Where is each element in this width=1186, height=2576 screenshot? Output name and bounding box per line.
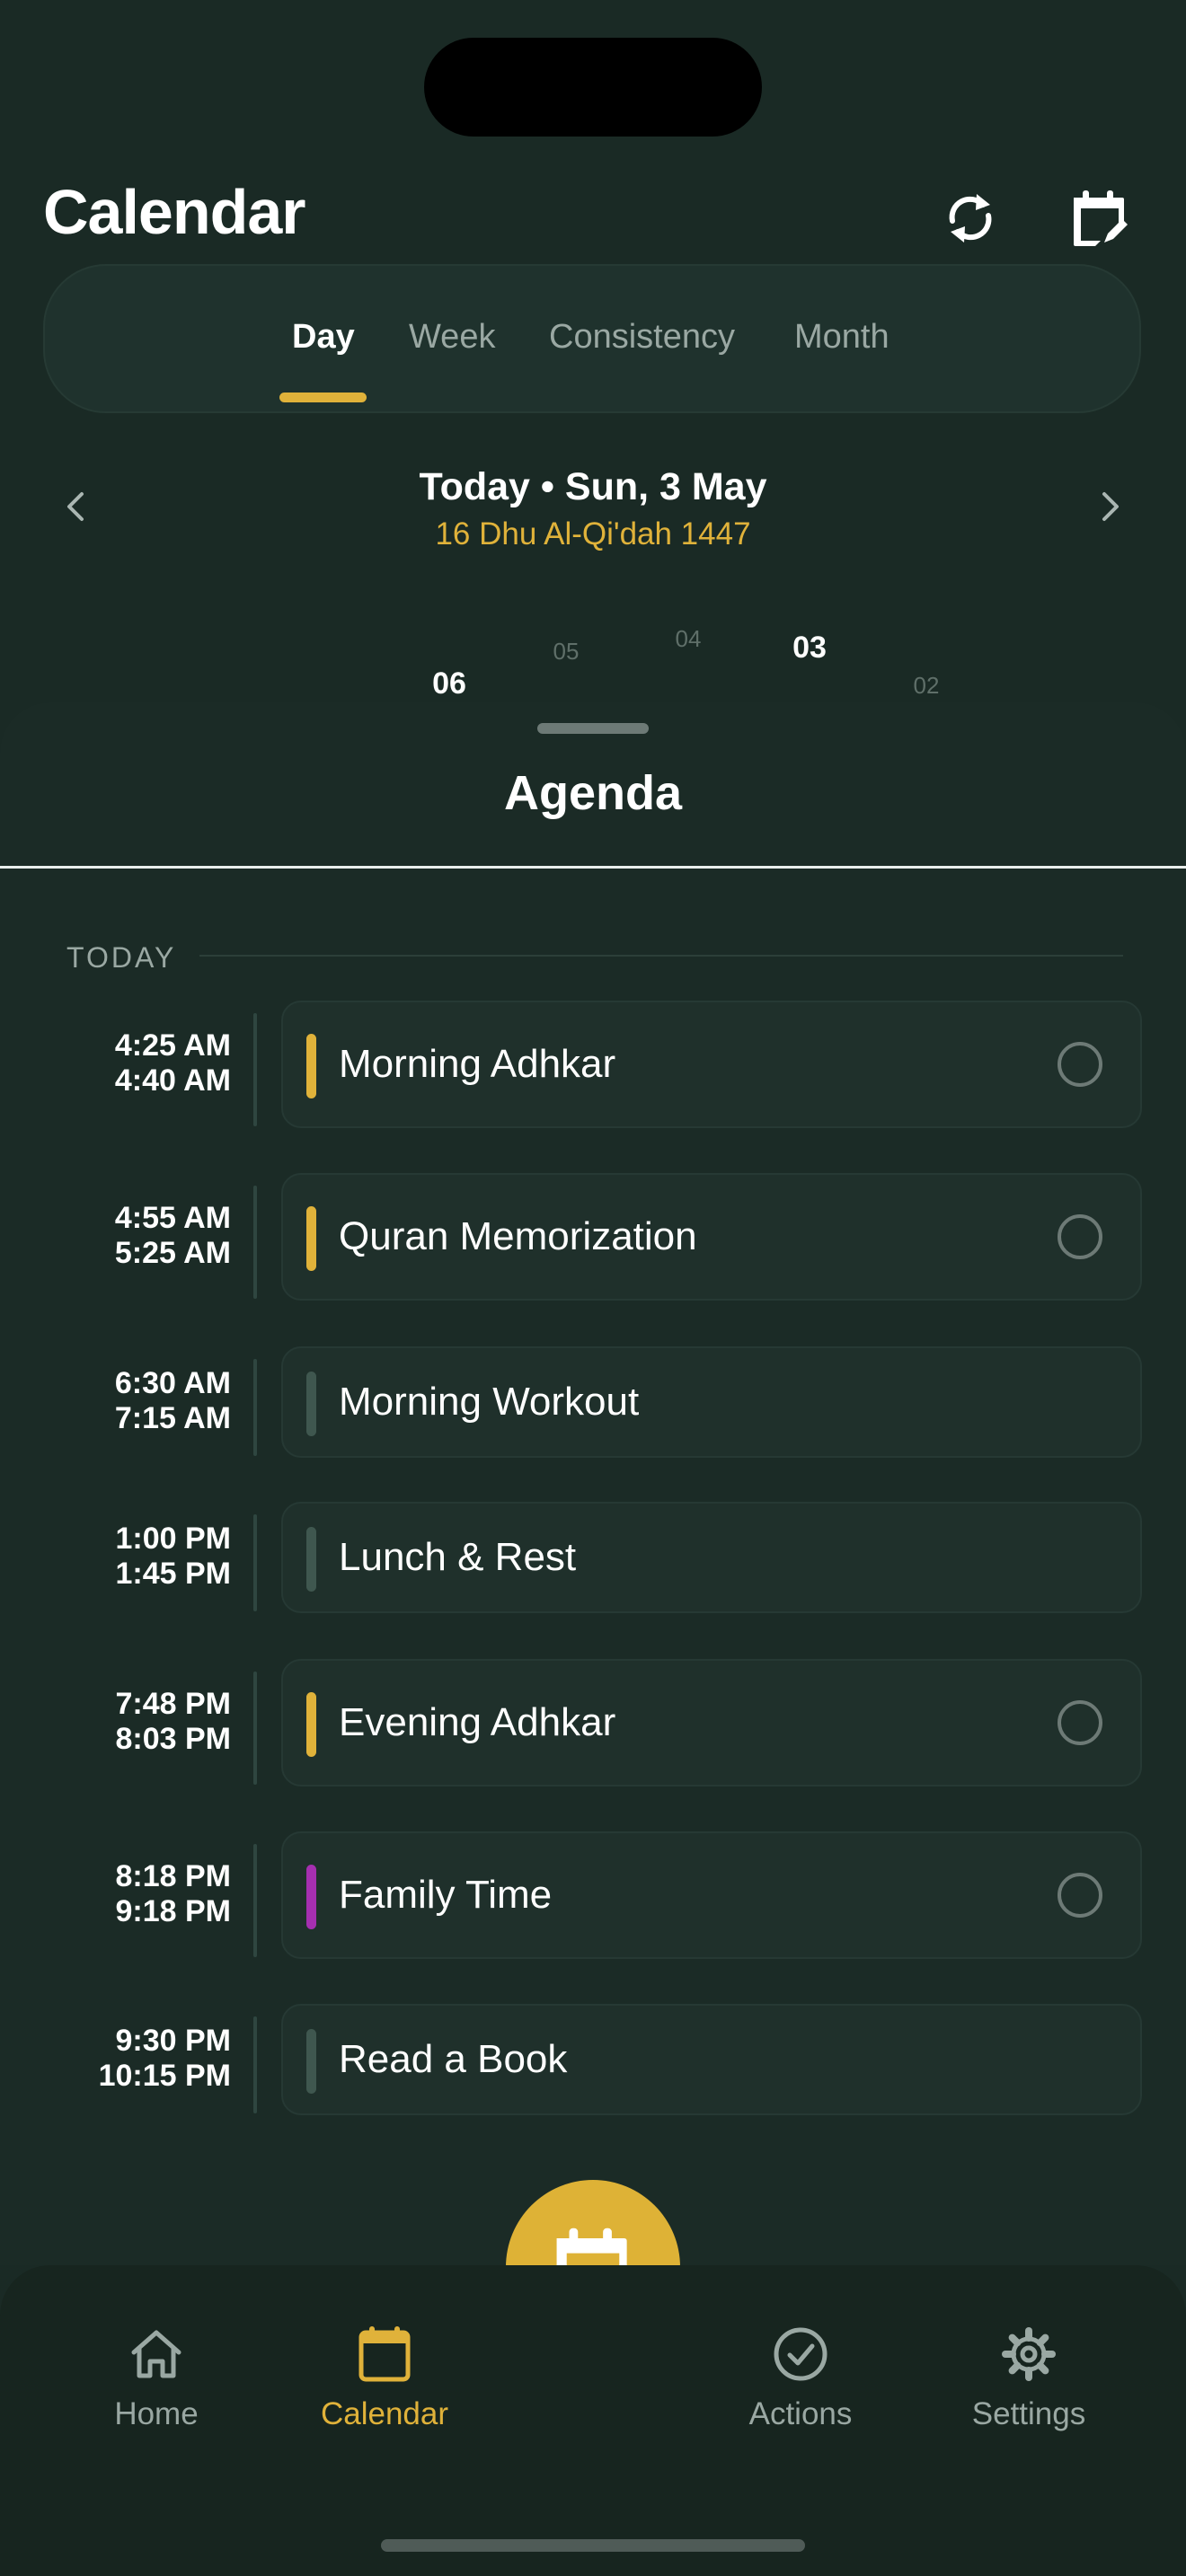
sync-icon[interactable] [936, 184, 1005, 252]
divider [199, 955, 1123, 957]
event-start-time: 7:48 PM [115, 1687, 232, 1721]
event-start-time: 9:30 PM [115, 2024, 232, 2058]
event-color-bar [306, 1865, 316, 1929]
nav-item-settings[interactable]: Settings [939, 2325, 1119, 2434]
event-card[interactable]: Morning Adhkar [281, 1001, 1142, 1128]
event-color-bar [306, 1372, 316, 1436]
section-label: TODAY [66, 941, 177, 974]
home-indicator [381, 2539, 805, 2552]
tab-consistency[interactable]: Consistency [549, 314, 735, 359]
agenda-row: 8:18 PM 9:18 PM Family Time [0, 1831, 1186, 1959]
timeline-line [253, 1514, 257, 1611]
event-color-bar [306, 2029, 316, 2094]
event-end-time: 9:18 PM [115, 1894, 232, 1928]
event-card[interactable]: Quran Memorization [281, 1173, 1142, 1301]
home-icon [66, 2325, 246, 2384]
day-picker-item[interactable]: 04 [652, 625, 724, 652]
event-start-time: 4:25 AM [114, 1028, 231, 1063]
event-card[interactable]: Lunch & Rest [281, 1502, 1142, 1613]
complete-checkbox[interactable] [1058, 1214, 1102, 1259]
page-title: Calendar [43, 177, 306, 247]
agenda-row: 9:30 PM 10:15 PM Read a Book [0, 2004, 1186, 2115]
agenda-row: 4:55 AM 5:25 AM Quran Memorization [0, 1173, 1186, 1301]
timeline-line [253, 1013, 257, 1126]
event-title: Morning Adhkar [339, 1042, 616, 1086]
day-picker-item[interactable]: 02 [890, 672, 962, 699]
agenda-row: 6:30 AM 7:15 AM Morning Workout [0, 1346, 1186, 1458]
day-picker-item[interactable]: 05 [530, 638, 602, 665]
timeline-line [253, 1672, 257, 1785]
calendar-icon [295, 2325, 474, 2384]
dynamic-island [424, 38, 762, 137]
event-color-bar [306, 1692, 316, 1757]
event-start-time: 1:00 PM [115, 1522, 232, 1556]
event-card[interactable]: Evening Adhkar [281, 1659, 1142, 1786]
event-title: Evening Adhkar [339, 1700, 616, 1744]
agenda-title: Agenda [503, 766, 683, 820]
timeline-line [253, 1186, 257, 1299]
nav-item-actions[interactable]: Actions [711, 2325, 890, 2434]
timeline-line [253, 2016, 257, 2113]
event-end-time: 8:03 PM [115, 1722, 232, 1756]
event-title: Read a Book [339, 2037, 568, 2081]
event-color-bar [306, 1527, 316, 1592]
event-end-time: 7:15 AM [114, 1401, 231, 1435]
calendar-edit-icon[interactable] [1066, 184, 1134, 252]
event-color-bar [306, 1034, 316, 1098]
complete-checkbox[interactable] [1058, 1873, 1102, 1918]
check-circle-icon [711, 2325, 890, 2384]
day-picker-item[interactable]: 03 [774, 632, 845, 663]
hijri-date: 16 Dhu Al-Qi'dah 1447 [435, 516, 751, 551]
event-card[interactable]: Morning Workout [281, 1346, 1142, 1458]
nav-item-home[interactable]: Home [66, 2325, 246, 2434]
event-start-time: 8:18 PM [115, 1859, 232, 1893]
active-tab-indicator [279, 393, 367, 402]
event-title: Quran Memorization [339, 1214, 697, 1258]
event-end-time: 5:25 AM [114, 1236, 231, 1270]
event-title: Morning Workout [339, 1380, 640, 1424]
event-start-time: 6:30 AM [114, 1366, 231, 1400]
agenda-row: 7:48 PM 8:03 PM Evening Adhkar [0, 1659, 1186, 1786]
event-card[interactable]: Family Time [281, 1831, 1142, 1959]
day-picker-item[interactable]: 06 [413, 668, 485, 699]
event-start-time: 4:55 AM [114, 1201, 231, 1235]
nav-label: Settings [971, 2396, 1086, 2431]
event-color-bar [306, 1206, 316, 1271]
complete-checkbox[interactable] [1058, 1042, 1102, 1087]
nav-item-calendar[interactable]: Calendar [295, 2325, 474, 2434]
event-title: Family Time [339, 1873, 553, 1917]
nav-label: Calendar [320, 2396, 449, 2431]
event-card[interactable]: Read a Book [281, 2004, 1142, 2115]
sheet-grabber[interactable] [537, 723, 649, 734]
event-end-time: 1:45 PM [115, 1557, 232, 1591]
tab-month[interactable]: Month [794, 314, 890, 359]
agenda-row: 4:25 AM 4:40 AM Morning Adhkar [0, 1001, 1186, 1128]
nav-label: Home [114, 2396, 199, 2431]
timeline-line [253, 1844, 257, 1957]
complete-checkbox[interactable] [1058, 1700, 1102, 1745]
gear-icon [939, 2325, 1119, 2384]
event-end-time: 10:15 PM [98, 2059, 231, 2093]
nav-label: Actions [748, 2396, 853, 2431]
timeline-line [253, 1359, 257, 1456]
tab-day[interactable]: Day [292, 314, 355, 359]
event-end-time: 4:40 AM [114, 1063, 231, 1098]
event-title: Lunch & Rest [339, 1535, 577, 1579]
date-title: Today • Sun, 3 May [419, 465, 767, 508]
tab-week[interactable]: Week [409, 314, 495, 359]
agenda-row: 1:00 PM 1:45 PM Lunch & Rest [0, 1502, 1186, 1613]
divider [0, 866, 1186, 869]
